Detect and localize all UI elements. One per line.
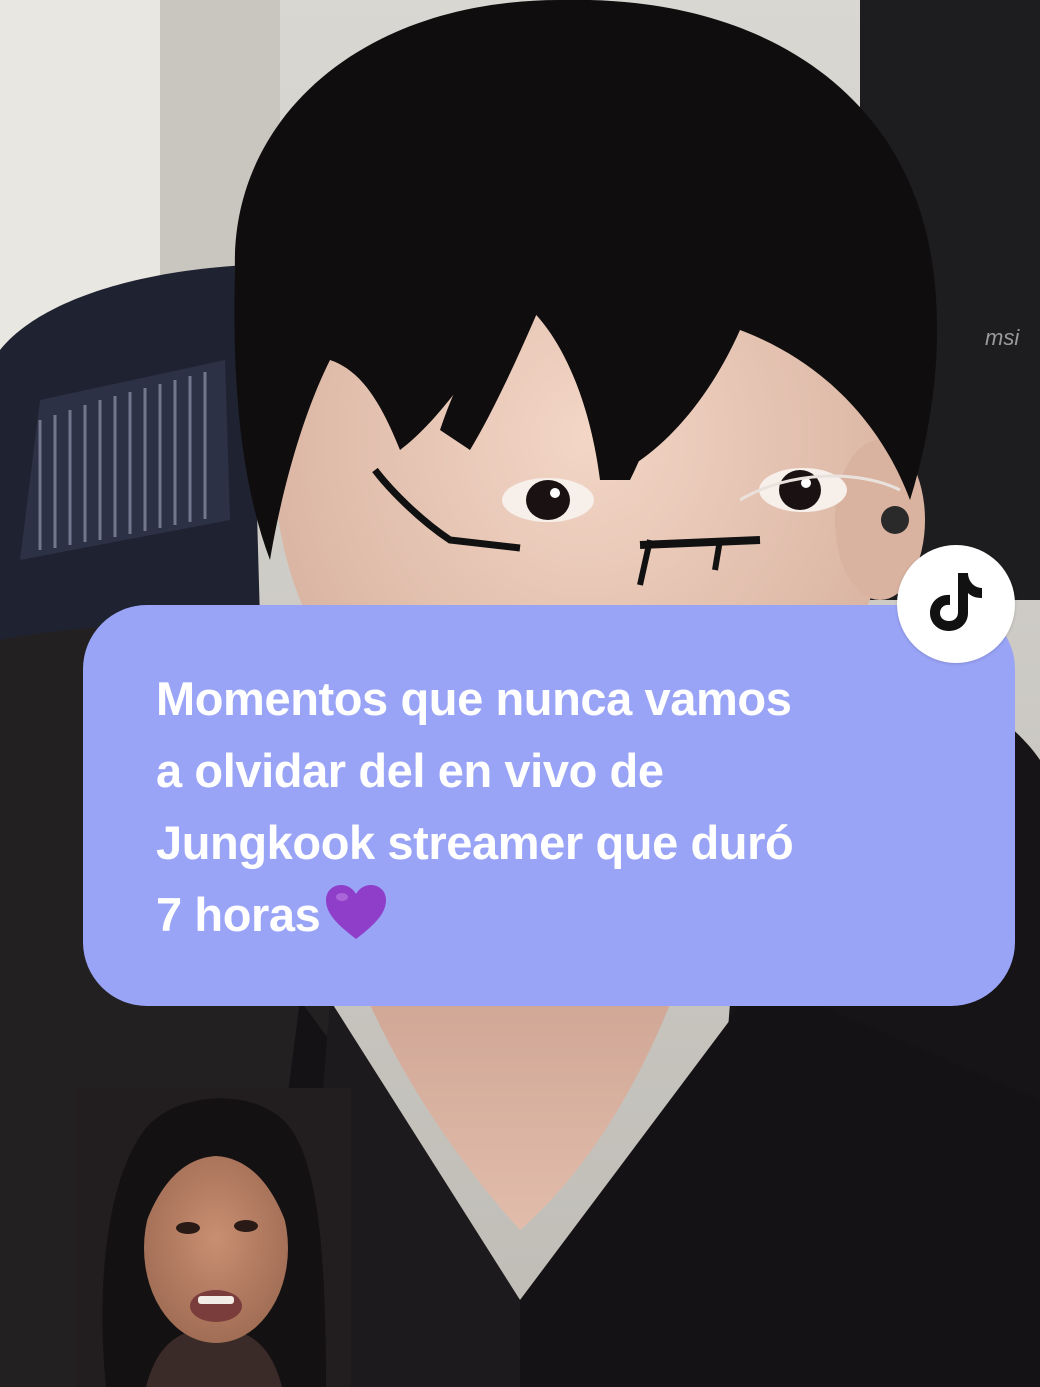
caption-line: Momentos que nunca vamos <box>156 672 792 725</box>
purple-heart-icon <box>324 883 388 961</box>
tiktok-logo-icon <box>928 571 984 638</box>
tiktok-badge[interactable] <box>897 545 1015 663</box>
caption-text: Momentos que nunca vamos a olvidar del e… <box>156 663 955 961</box>
caption-line: Jungkook streamer que duró <box>156 816 794 869</box>
reactor-illustration <box>76 1088 351 1387</box>
caption-card: Momentos que nunca vamos a olvidar del e… <box>83 605 1015 1006</box>
picture-in-picture-reactor <box>76 1088 351 1387</box>
caption-line: a olvidar del en vivo de <box>156 744 664 797</box>
monitor-brand-text: msi <box>985 325 1020 350</box>
caption-line-text: 7 horas <box>156 888 321 941</box>
caption-line-last: 7 horas <box>156 879 955 961</box>
